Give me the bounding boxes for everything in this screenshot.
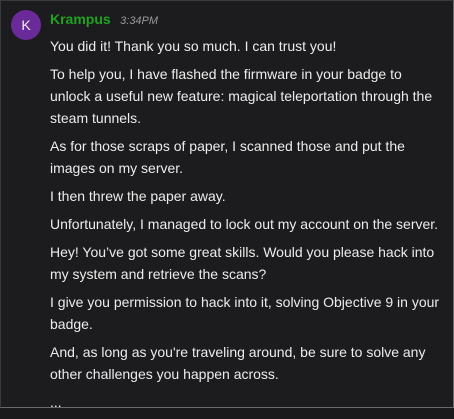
author-name[interactable]: Krampus	[50, 11, 111, 27]
message-header: Krampus 3:34PM	[50, 11, 158, 29]
message-line: Hey! You’ve got some great skills. Would…	[50, 244, 435, 282]
message-line: As for those scraps of paper, I scanned …	[50, 138, 405, 176]
message-line: And, as long as you're traveling around,…	[50, 344, 426, 382]
avatar[interactable]: K	[11, 10, 41, 40]
message-line: Unfortunately, I managed to lock out my …	[50, 216, 439, 232]
message-line: I then threw the paper away.	[50, 188, 226, 204]
message-line: To help you, I have flashed the firmware…	[50, 66, 433, 126]
message-line: You did it! Thank you so much. I can tru…	[50, 38, 337, 54]
message-line: ...	[50, 394, 62, 410]
chat-message-panel: K Krampus 3:34PM You did it! Thank you s…	[0, 0, 454, 410]
message-body: You did it! Thank you so much. I can tru…	[50, 35, 446, 419]
message-line: I give you permission to hack into it, s…	[50, 294, 440, 332]
message-timestamp: 3:34PM	[120, 15, 159, 27]
